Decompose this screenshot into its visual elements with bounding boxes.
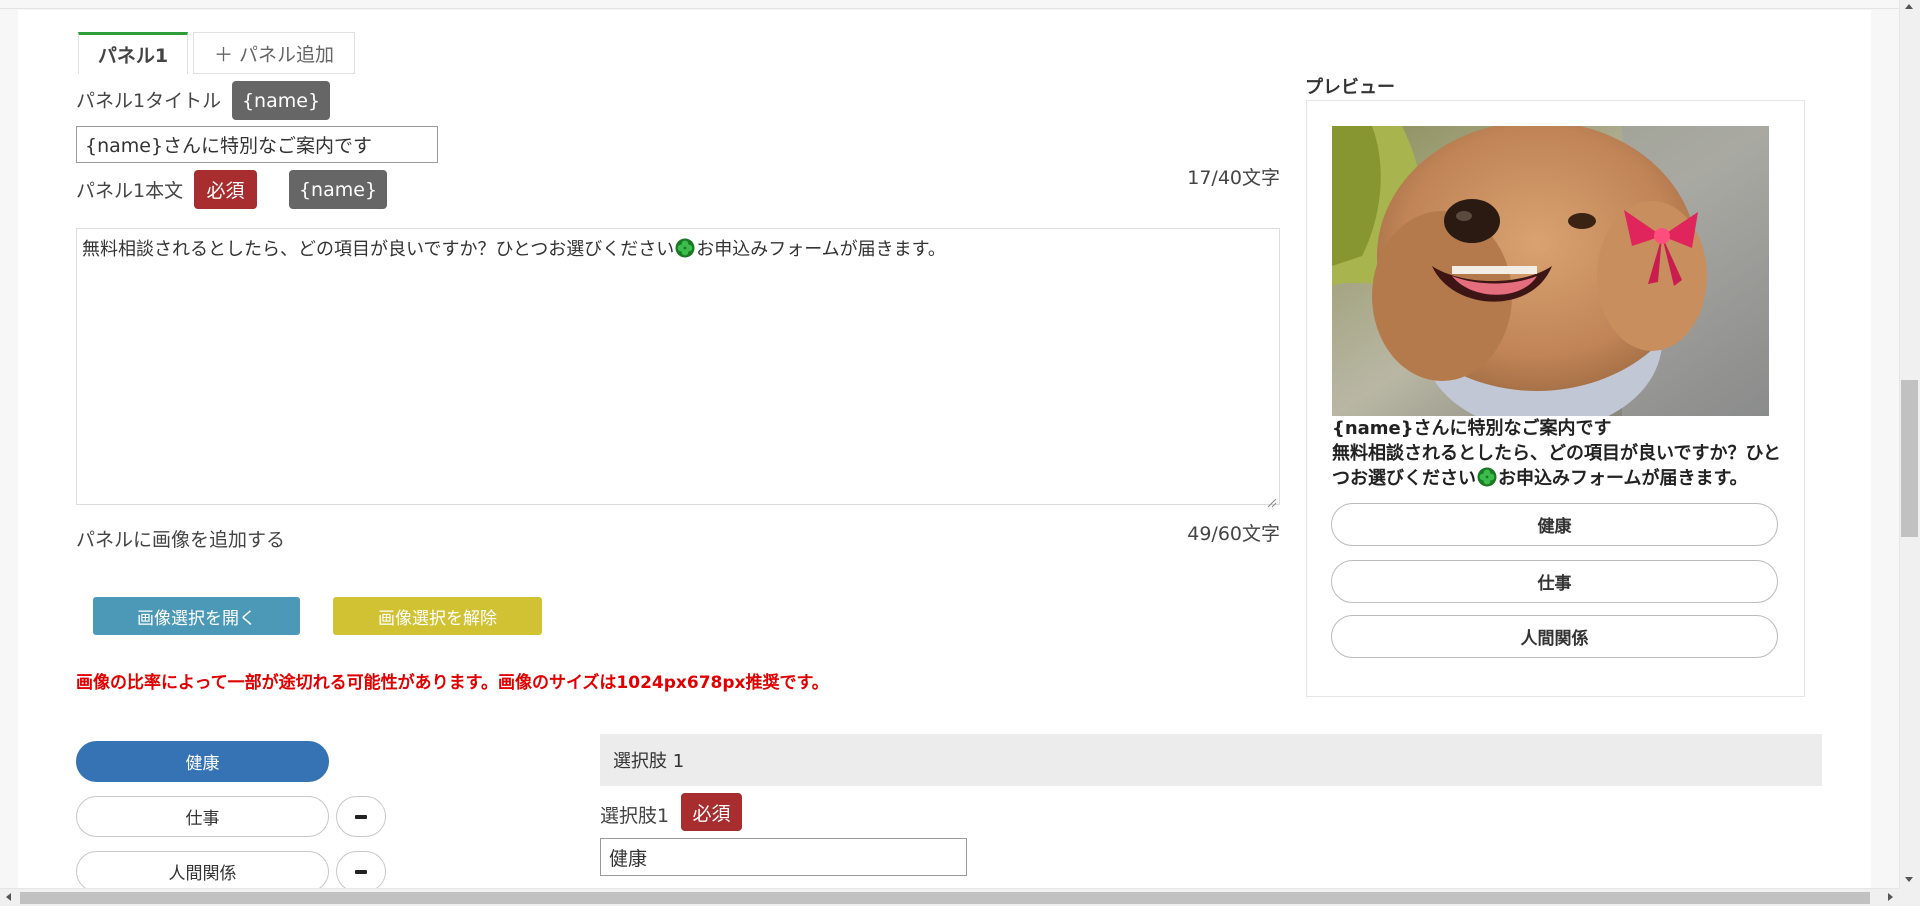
preview-choice-button[interactable]: 健康: [1331, 503, 1778, 546]
top-divider: [0, 8, 1920, 9]
panel-title-input[interactable]: {name}さんに特別なご案内です: [76, 126, 438, 163]
minus-icon: [355, 869, 367, 874]
scroll-left-icon[interactable]: [6, 893, 11, 901]
resize-handle-icon[interactable]: [1267, 492, 1277, 508]
preview-choice-button[interactable]: 人間関係: [1331, 615, 1778, 658]
scroll-up-icon[interactable]: [1905, 4, 1913, 9]
vertical-scroll-thumb[interactable]: [1901, 380, 1918, 537]
choice-label: 選択肢1: [600, 805, 670, 827]
body-char-count: 49/60文字: [1187, 523, 1280, 545]
choice-section-header: 選択肢 1: [600, 734, 1822, 786]
body-name-tag[interactable]: {name}: [289, 170, 387, 209]
scrollbar-corner: [1899, 888, 1920, 906]
clear-image-select-button[interactable]: 画像選択を解除: [333, 597, 542, 635]
body-text-start: 無料相談されるとしたら、どの項目が良いですか？ひとつお選びください: [82, 239, 675, 260]
preview-dog-photo: [1332, 126, 1769, 416]
choice-item[interactable]: 仕事: [76, 796, 329, 837]
minus-icon: [355, 814, 367, 819]
image-ratio-warning: 画像の比率によって一部が途切れる可能性があります。画像のサイズは1024px67…: [76, 673, 829, 693]
tab-panel-1[interactable]: パネル1: [78, 32, 188, 74]
add-panel-tab[interactable]: ＋ パネル追加: [193, 32, 355, 74]
add-image-label: パネルに画像を追加する: [76, 529, 286, 551]
required-badge: 必須: [681, 793, 742, 831]
choice-item[interactable]: 人間関係: [76, 851, 329, 892]
preview-choice-button[interactable]: 仕事: [1331, 560, 1778, 603]
four-leaf-clover-icon: [675, 238, 695, 263]
preview-body: 無料相談されるとしたら、どの項目が良いですか？ひとつお選びください お申込みフォー…: [1332, 441, 1782, 494]
panel-body-label: パネル1本文: [76, 180, 184, 202]
panel-title-label: パネル1タイトル: [76, 90, 222, 112]
app-window: パネル1 ＋ パネル追加 パネル1タイトル {name} {name}さんに特別…: [0, 0, 1920, 906]
preview-body-end: お申込みフォームが届きます。: [1498, 468, 1748, 489]
body-text-end: お申込みフォームが届きます。: [696, 239, 946, 260]
panel-body-textarea[interactable]: 無料相談されるとしたら、どの項目が良いですか？ひとつお選びください お申込みフォー…: [76, 228, 1280, 508]
open-image-select-button[interactable]: 画像選択を開く: [93, 597, 300, 635]
required-badge: 必須: [194, 170, 257, 209]
title-name-tag[interactable]: {name}: [232, 81, 330, 120]
remove-choice-button[interactable]: [336, 796, 386, 837]
choice-item-active[interactable]: 健康: [76, 741, 329, 782]
remove-choice-button[interactable]: [336, 851, 386, 892]
scroll-right-icon[interactable]: [1888, 893, 1893, 901]
title-char-count: 17/40文字: [1187, 167, 1280, 189]
preview-title: プレビュー: [1305, 77, 1395, 98]
preview-heading: {name}さんに特別なご案内です: [1332, 418, 1612, 439]
choice-text-input[interactable]: 健康: [600, 838, 967, 876]
scroll-down-icon[interactable]: [1905, 877, 1913, 882]
four-leaf-clover-icon: [1477, 467, 1497, 494]
horizontal-scroll-thumb[interactable]: [20, 892, 1870, 904]
